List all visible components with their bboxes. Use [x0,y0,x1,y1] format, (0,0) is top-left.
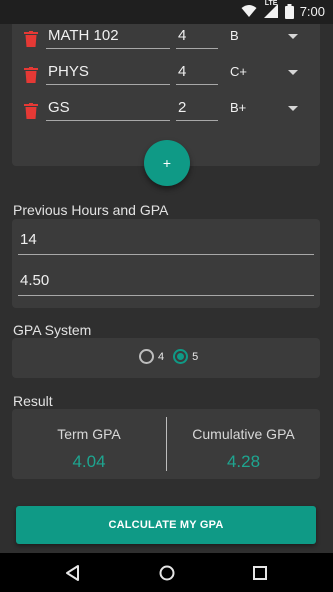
course-hours-field[interactable]: 2 [176,97,218,121]
course-row: GS 2 B+ [12,97,320,127]
dropdown-caret-icon [288,34,298,39]
trash-icon[interactable] [24,103,38,119]
status-time: 7:00 [299,3,325,19]
course-grade-select[interactable]: B+ [228,97,312,121]
gpa-system-option-4[interactable]: 4 [139,349,164,364]
course-grade-value: C+ [230,64,247,79]
gpa-system-label: GPA System [13,322,92,338]
term-gpa-value: 4.04 [72,452,106,471]
result-card: Term GPA 4.04 Cumulative GPA 4.28 [12,409,320,479]
recents-icon[interactable] [250,563,270,583]
radio-label: 5 [192,350,199,363]
back-icon[interactable] [63,563,83,583]
cumulative-gpa-label: Cumulative GPA [192,426,295,442]
course-grade-value: B+ [230,100,247,115]
previous-section-label: Previous Hours and GPA [13,202,169,218]
trash-icon[interactable] [24,31,38,47]
signal-icon: LTE [263,0,279,19]
course-grade-value: B [230,28,239,43]
trash-icon[interactable] [24,67,38,83]
course-hours-field[interactable]: 4 [176,25,218,49]
battery-icon [284,3,294,19]
course-row: MATH 102 4 B [12,25,320,55]
radio-checked-icon [173,349,189,364]
course-name-field[interactable]: MATH 102 [46,25,170,49]
course-row: PHYS 4 C+ [12,61,320,91]
course-hours-field[interactable]: 4 [176,61,218,85]
calculate-button[interactable]: CALCULATE MY GPA [16,506,316,544]
previous-hours-input[interactable]: 14 [18,227,314,255]
wifi-icon [241,5,257,17]
home-icon[interactable] [157,563,177,583]
previous-gpa-input[interactable]: 4.50 [18,268,314,296]
gpa-system-option-5[interactable]: 5 [173,349,198,364]
network-type: LTE [264,0,278,7]
result-label: Result [13,393,53,409]
status-icons: LTE 7:00 [241,0,325,19]
gpa-system-radio-group: 4 5 [139,349,202,364]
cumulative-gpa-panel: Cumulative GPA 4.28 [167,409,320,479]
previous-card: 14 4.50 [12,219,320,308]
term-gpa-label: Term GPA [57,426,121,442]
course-name-field[interactable]: GS [46,97,170,121]
course-name-field[interactable]: PHYS [46,61,170,85]
add-course-button[interactable]: + [144,140,190,186]
course-grade-select[interactable]: B [228,25,312,49]
radio-unchecked-icon [139,349,154,364]
radio-label: 4 [158,350,165,363]
gpa-system-card: 4 5 [12,338,320,378]
cumulative-gpa-value: 4.28 [226,452,261,471]
status-bar: LTE 7:00 [0,0,333,24]
navigation-bar [0,553,333,592]
course-grade-select[interactable]: C+ [228,61,312,85]
term-gpa-panel: Term GPA 4.04 [12,409,166,479]
dropdown-caret-icon [288,70,298,75]
dropdown-caret-icon [288,106,298,111]
